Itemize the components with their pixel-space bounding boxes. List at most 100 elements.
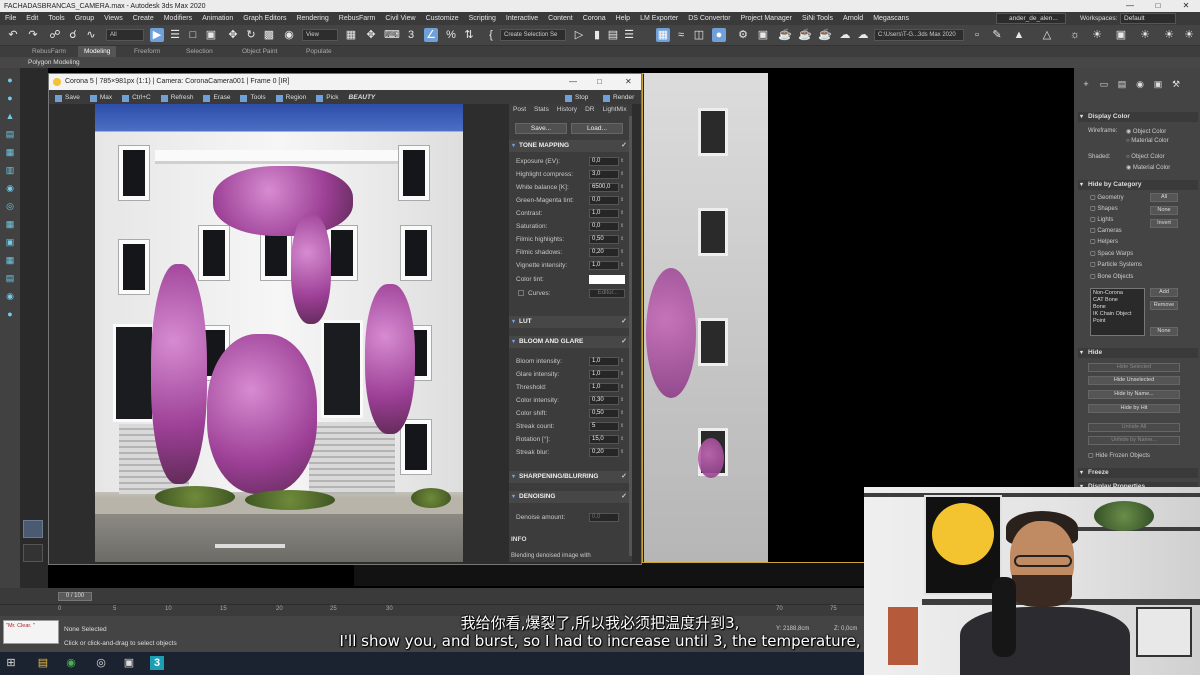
maximize-button[interactable]: □ xyxy=(1144,0,1172,12)
rect-selection-icon[interactable]: □ xyxy=(186,28,200,42)
menu-modifiers[interactable]: Modifiers xyxy=(159,15,197,22)
render-frame-window-icon[interactable]: ▣ xyxy=(756,28,770,42)
user-account-dropdown[interactable]: ander_de_alen... xyxy=(996,13,1066,24)
spinner-icon[interactable]: ⇕ xyxy=(620,195,624,206)
category-none-button[interactable]: None xyxy=(1150,206,1178,215)
list-item[interactable]: IK Chain Object xyxy=(1093,311,1142,318)
ribbon-tab-object-paint[interactable]: Object Paint xyxy=(236,46,283,57)
hide-unselected-button[interactable]: Hide Unselected xyxy=(1088,376,1180,385)
spinner-icon[interactable]: ⇕ xyxy=(620,182,624,193)
ribbon-toggle-icon[interactable]: ▦ xyxy=(656,28,670,42)
menu-rendering[interactable]: Rendering xyxy=(291,15,333,22)
unhide-all-button[interactable]: Unhide All xyxy=(1088,423,1180,432)
category-geometry-checkbox[interactable]: ▢ Geometry xyxy=(1090,194,1124,201)
tab-lightmix[interactable]: LightMix xyxy=(598,104,630,115)
modify-tab-icon[interactable]: ▭ xyxy=(1098,78,1110,90)
spinner-icon[interactable]: ⇕ xyxy=(620,247,624,258)
spinner-icon[interactable]: ⇕ xyxy=(620,356,624,367)
list-item[interactable]: Bone xyxy=(1093,304,1142,311)
ribbon-tab-modeling[interactable]: Modeling xyxy=(78,46,117,57)
percent-snap-icon[interactable]: % xyxy=(444,28,458,42)
menu-graph-editors[interactable]: Graph Editors xyxy=(238,15,291,22)
workspace-dropdown[interactable]: Default xyxy=(1120,13,1176,24)
tab-post[interactable]: Post xyxy=(509,104,530,115)
ribbon-tab-populate[interactable]: Populate xyxy=(300,46,338,57)
wireframe-material-color-radio[interactable]: ○ Material Color xyxy=(1126,138,1169,144)
vfb-erase-button[interactable]: Erase xyxy=(197,94,234,102)
menu-tools[interactable]: Tools xyxy=(43,15,69,22)
vfb-close-button[interactable]: ✕ xyxy=(625,74,632,90)
wireframe-object-color-radio[interactable]: ◉ Object Color xyxy=(1126,128,1166,135)
vignette-input[interactable]: 1,0 xyxy=(589,261,619,270)
create-camera-icon[interactable]: ▤ xyxy=(4,128,16,140)
edit-tool-icon[interactable]: ▦ xyxy=(4,218,16,230)
list-item[interactable]: CAT Bone xyxy=(1093,297,1142,304)
ribbon-tab-selection[interactable]: Selection xyxy=(180,46,219,57)
render-image[interactable] xyxy=(95,104,463,562)
exposure-input[interactable]: 0,0 xyxy=(589,157,619,166)
render-tool-icon[interactable]: ◉ xyxy=(4,290,16,302)
window-crossing-icon[interactable]: ▣ xyxy=(204,28,218,42)
align-icon[interactable]: ▮ xyxy=(590,28,604,42)
category-all-button[interactable]: All xyxy=(1150,193,1178,202)
systems-icon[interactable]: ◉ xyxy=(4,182,16,194)
hide-rollout[interactable]: Hide xyxy=(1078,348,1198,358)
spinner-icon[interactable]: ⇕ xyxy=(620,369,624,380)
bloom-glare-section[interactable]: BLOOM AND GLARE ✓ xyxy=(509,336,632,348)
denoising-checkbox[interactable]: ✓ xyxy=(621,491,627,503)
tone-mapping-section[interactable]: TONE MAPPING ✓ xyxy=(509,140,632,152)
hide-by-name-button[interactable]: Hide by Name... xyxy=(1088,390,1180,399)
category-particles-checkbox[interactable]: ▢ Particle Systems xyxy=(1090,261,1142,268)
motion-tab-icon[interactable]: ◉ xyxy=(1134,78,1146,90)
menu-interactive[interactable]: Interactive xyxy=(501,15,543,22)
file-explorer-icon[interactable]: ▤ xyxy=(36,656,50,670)
obs-icon[interactable]: ◎ xyxy=(94,656,108,670)
vfb-region-button[interactable]: Region xyxy=(270,94,311,102)
spinner-icon[interactable]: ⇕ xyxy=(620,408,624,419)
hierarchy-tab-icon[interactable]: ▤ xyxy=(1116,78,1128,90)
menu-ds-convertor[interactable]: DS Convertor xyxy=(683,15,735,22)
spinner-icon[interactable]: ⇕ xyxy=(620,156,624,167)
curve-editor-icon[interactable]: ≈ xyxy=(674,28,688,42)
array-tool-icon[interactable]: ▦ xyxy=(4,254,16,266)
create-shape-icon[interactable]: ● xyxy=(4,92,16,104)
vfb-minimize-button[interactable]: — xyxy=(569,74,577,90)
link-icon[interactable]: ☍ xyxy=(48,28,62,42)
shaded-material-color-radio[interactable]: ◉ Material Color xyxy=(1126,164,1170,171)
create-helper-icon[interactable]: ▦ xyxy=(4,146,16,158)
particle-icon[interactable]: ◎ xyxy=(4,200,16,212)
vfb-save-button[interactable]: Save xyxy=(49,94,84,102)
unhide-by-name-button[interactable]: Unhide by Name... xyxy=(1088,436,1180,445)
spinner-snap-icon[interactable]: ⇅ xyxy=(462,28,476,42)
reference-coordinate-dropdown[interactable]: View xyxy=(302,29,338,41)
menu-content[interactable]: Content xyxy=(543,15,578,22)
move-icon[interactable]: ✥ xyxy=(226,28,240,42)
spinner-icon[interactable]: ⇕ xyxy=(620,208,624,219)
create-tab-icon[interactable]: + xyxy=(1080,78,1092,90)
unlink-icon[interactable]: ☌ xyxy=(66,28,80,42)
spinner-icon[interactable]: ⇕ xyxy=(620,447,624,458)
keyboard-shortcut-icon[interactable]: ⌨ xyxy=(384,28,400,42)
vfb-stop-button[interactable]: Stop xyxy=(559,94,592,102)
create-light-icon[interactable]: ▲ xyxy=(4,110,16,122)
list-item[interactable]: Non-Corona xyxy=(1093,290,1142,297)
list-none-button[interactable]: None xyxy=(1150,327,1178,336)
render-production-icon[interactable]: ☕ xyxy=(778,28,792,42)
tab-stats[interactable]: Stats xyxy=(530,104,553,115)
bind-space-warp-icon[interactable]: ∿ xyxy=(84,28,98,42)
corona-proxy-icon[interactable]: ☀ xyxy=(1090,28,1104,42)
close-button[interactable]: ✕ xyxy=(1172,0,1200,12)
list-item[interactable]: Point xyxy=(1093,318,1142,325)
threshold-input[interactable]: 1,0 xyxy=(589,383,619,392)
utilities-tab-icon[interactable]: ⚒ xyxy=(1170,78,1182,90)
3ds-max-icon[interactable]: 3 xyxy=(150,656,164,670)
activeshade-icon[interactable]: ☕ xyxy=(818,28,832,42)
bloom-intensity-input[interactable]: 1,0 xyxy=(589,357,619,366)
menu-rebusfarm[interactable]: RebusFarm xyxy=(334,15,381,22)
category-cameras-checkbox[interactable]: ▢ Cameras xyxy=(1090,227,1122,234)
select-manipulate-icon[interactable]: ✥ xyxy=(364,28,378,42)
ribbon-tab-rebusfarm[interactable]: RebusFarm xyxy=(26,46,72,57)
white-balance-input[interactable]: 6500,0 xyxy=(589,183,619,192)
menu-civil-view[interactable]: Civil View xyxy=(380,15,420,22)
scale-icon[interactable]: ▩ xyxy=(262,28,276,42)
